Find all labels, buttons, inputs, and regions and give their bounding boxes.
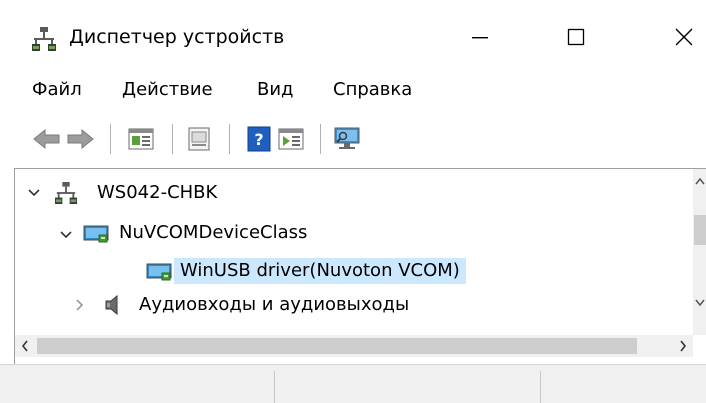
title-bar[interactable]: Диспетчер устройств xyxy=(0,0,706,68)
device-manager-icon xyxy=(32,26,56,52)
forward-icon xyxy=(67,128,94,150)
properties-button[interactable] xyxy=(126,124,156,154)
horizontal-scroll-thumb[interactable] xyxy=(37,338,637,354)
chevron-up-icon xyxy=(695,177,705,185)
help-button[interactable]: ? xyxy=(244,124,274,154)
tree-item-winusb-driver[interactable]: WinUSB driver(Nuvoton VCOM) xyxy=(174,256,466,286)
scroll-right-button[interactable] xyxy=(673,335,693,357)
maximize-icon xyxy=(567,28,585,46)
show-hidden-button[interactable] xyxy=(276,124,306,154)
tree-item-nuvcom[interactable]: NuVCOMDeviceClass xyxy=(119,218,307,248)
menu-action[interactable]: Действие xyxy=(122,77,213,103)
menu-view[interactable]: Вид xyxy=(257,77,294,103)
computer-icon xyxy=(53,181,79,205)
speaker-icon xyxy=(100,293,126,317)
vertical-scrollbar[interactable] xyxy=(693,169,706,335)
expand-root-toggle[interactable] xyxy=(26,185,42,201)
back-icon xyxy=(33,128,60,150)
menu-bar: Файл Действие Вид Справка xyxy=(0,68,706,112)
status-separator xyxy=(540,371,541,403)
update-driver-button[interactable] xyxy=(184,124,214,154)
toolbar-separator xyxy=(229,124,230,154)
maximize-button[interactable] xyxy=(548,14,604,60)
chevron-down-icon xyxy=(60,231,72,239)
back-button[interactable] xyxy=(32,124,62,154)
scan-hardware-button[interactable] xyxy=(332,124,362,154)
menu-help[interactable]: Справка xyxy=(333,77,412,103)
toolbar-separator xyxy=(320,124,321,154)
chevron-down-icon xyxy=(695,299,705,307)
scroll-down-button[interactable] xyxy=(693,295,706,311)
chevron-right-icon xyxy=(680,340,687,352)
window-title: Диспетчер устройств xyxy=(69,26,285,48)
chevron-left-icon xyxy=(21,340,28,352)
vertical-scroll-thumb[interactable] xyxy=(694,215,706,245)
scroll-left-button[interactable] xyxy=(15,335,35,357)
close-icon xyxy=(675,28,693,46)
expand-nuvcom-toggle[interactable] xyxy=(58,227,74,243)
tree-node-label: Аудиовходы и аудиовыходы xyxy=(139,294,410,315)
status-bar xyxy=(0,364,706,403)
toolbar: ? xyxy=(0,116,706,162)
scan-hardware-icon xyxy=(334,127,360,149)
minimize-icon xyxy=(472,37,488,39)
help-icon: ? xyxy=(247,126,271,152)
horizontal-scrollbar[interactable] xyxy=(15,335,693,357)
chevron-right-icon xyxy=(76,299,84,311)
usb-device-icon xyxy=(146,260,172,284)
update-driver-icon xyxy=(188,127,210,151)
expand-audio-toggle[interactable] xyxy=(72,297,88,313)
minimize-button[interactable] xyxy=(452,14,508,60)
forward-button[interactable] xyxy=(65,124,95,154)
toolbar-separator xyxy=(110,124,111,154)
properties-icon xyxy=(128,128,154,150)
svg-text:?: ? xyxy=(254,130,263,149)
tree-node-label: WinUSB driver(Nuvoton VCOM) xyxy=(174,258,466,284)
tree-item-audio[interactable]: Аудиовходы и аудиовыходы xyxy=(139,290,409,320)
chevron-down-icon xyxy=(28,189,40,197)
tree-node-label: WS042-CHBK xyxy=(97,182,218,203)
tree-root-node[interactable]: WS042-CHBK xyxy=(97,178,217,208)
usb-device-icon xyxy=(83,222,109,246)
tree-node-label: NuVCOMDeviceClass xyxy=(119,222,308,243)
show-hidden-icon xyxy=(278,128,304,150)
scroll-up-button[interactable] xyxy=(693,173,706,189)
toolbar-separator xyxy=(172,124,173,154)
menu-file[interactable]: Файл xyxy=(32,77,82,103)
close-button[interactable] xyxy=(656,14,706,60)
status-separator xyxy=(274,371,275,403)
device-tree[interactable]: WS042-CHBK NuVCOMDeviceClass WinUSB driv… xyxy=(14,168,706,364)
